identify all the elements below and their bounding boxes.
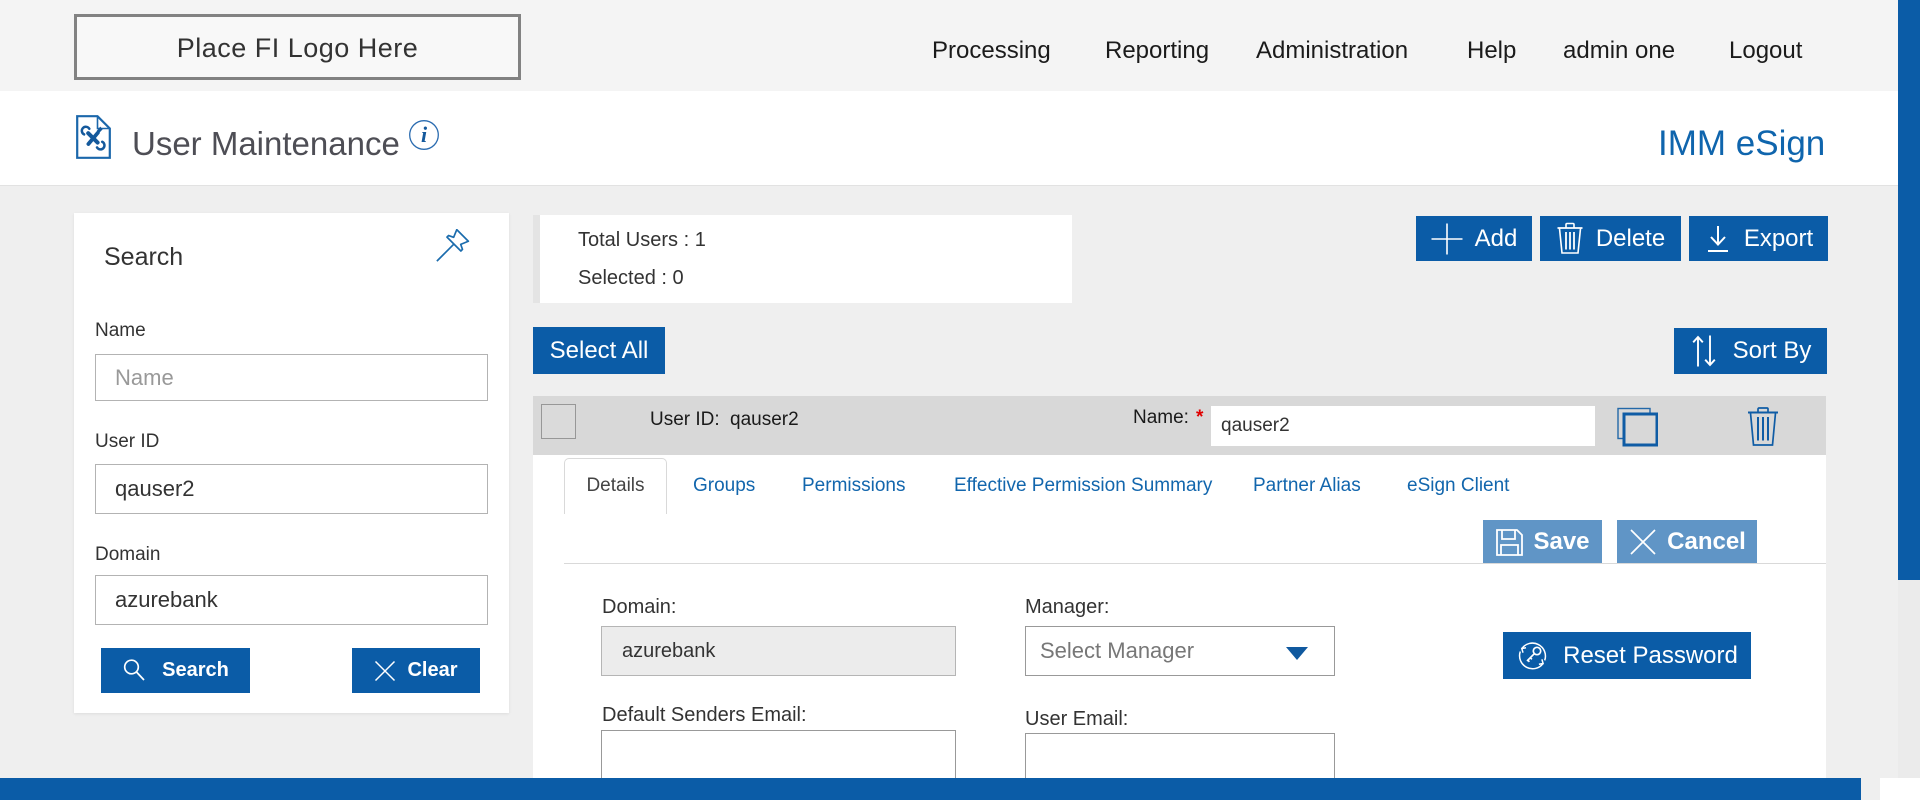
svg-text:i: i	[421, 122, 428, 147]
